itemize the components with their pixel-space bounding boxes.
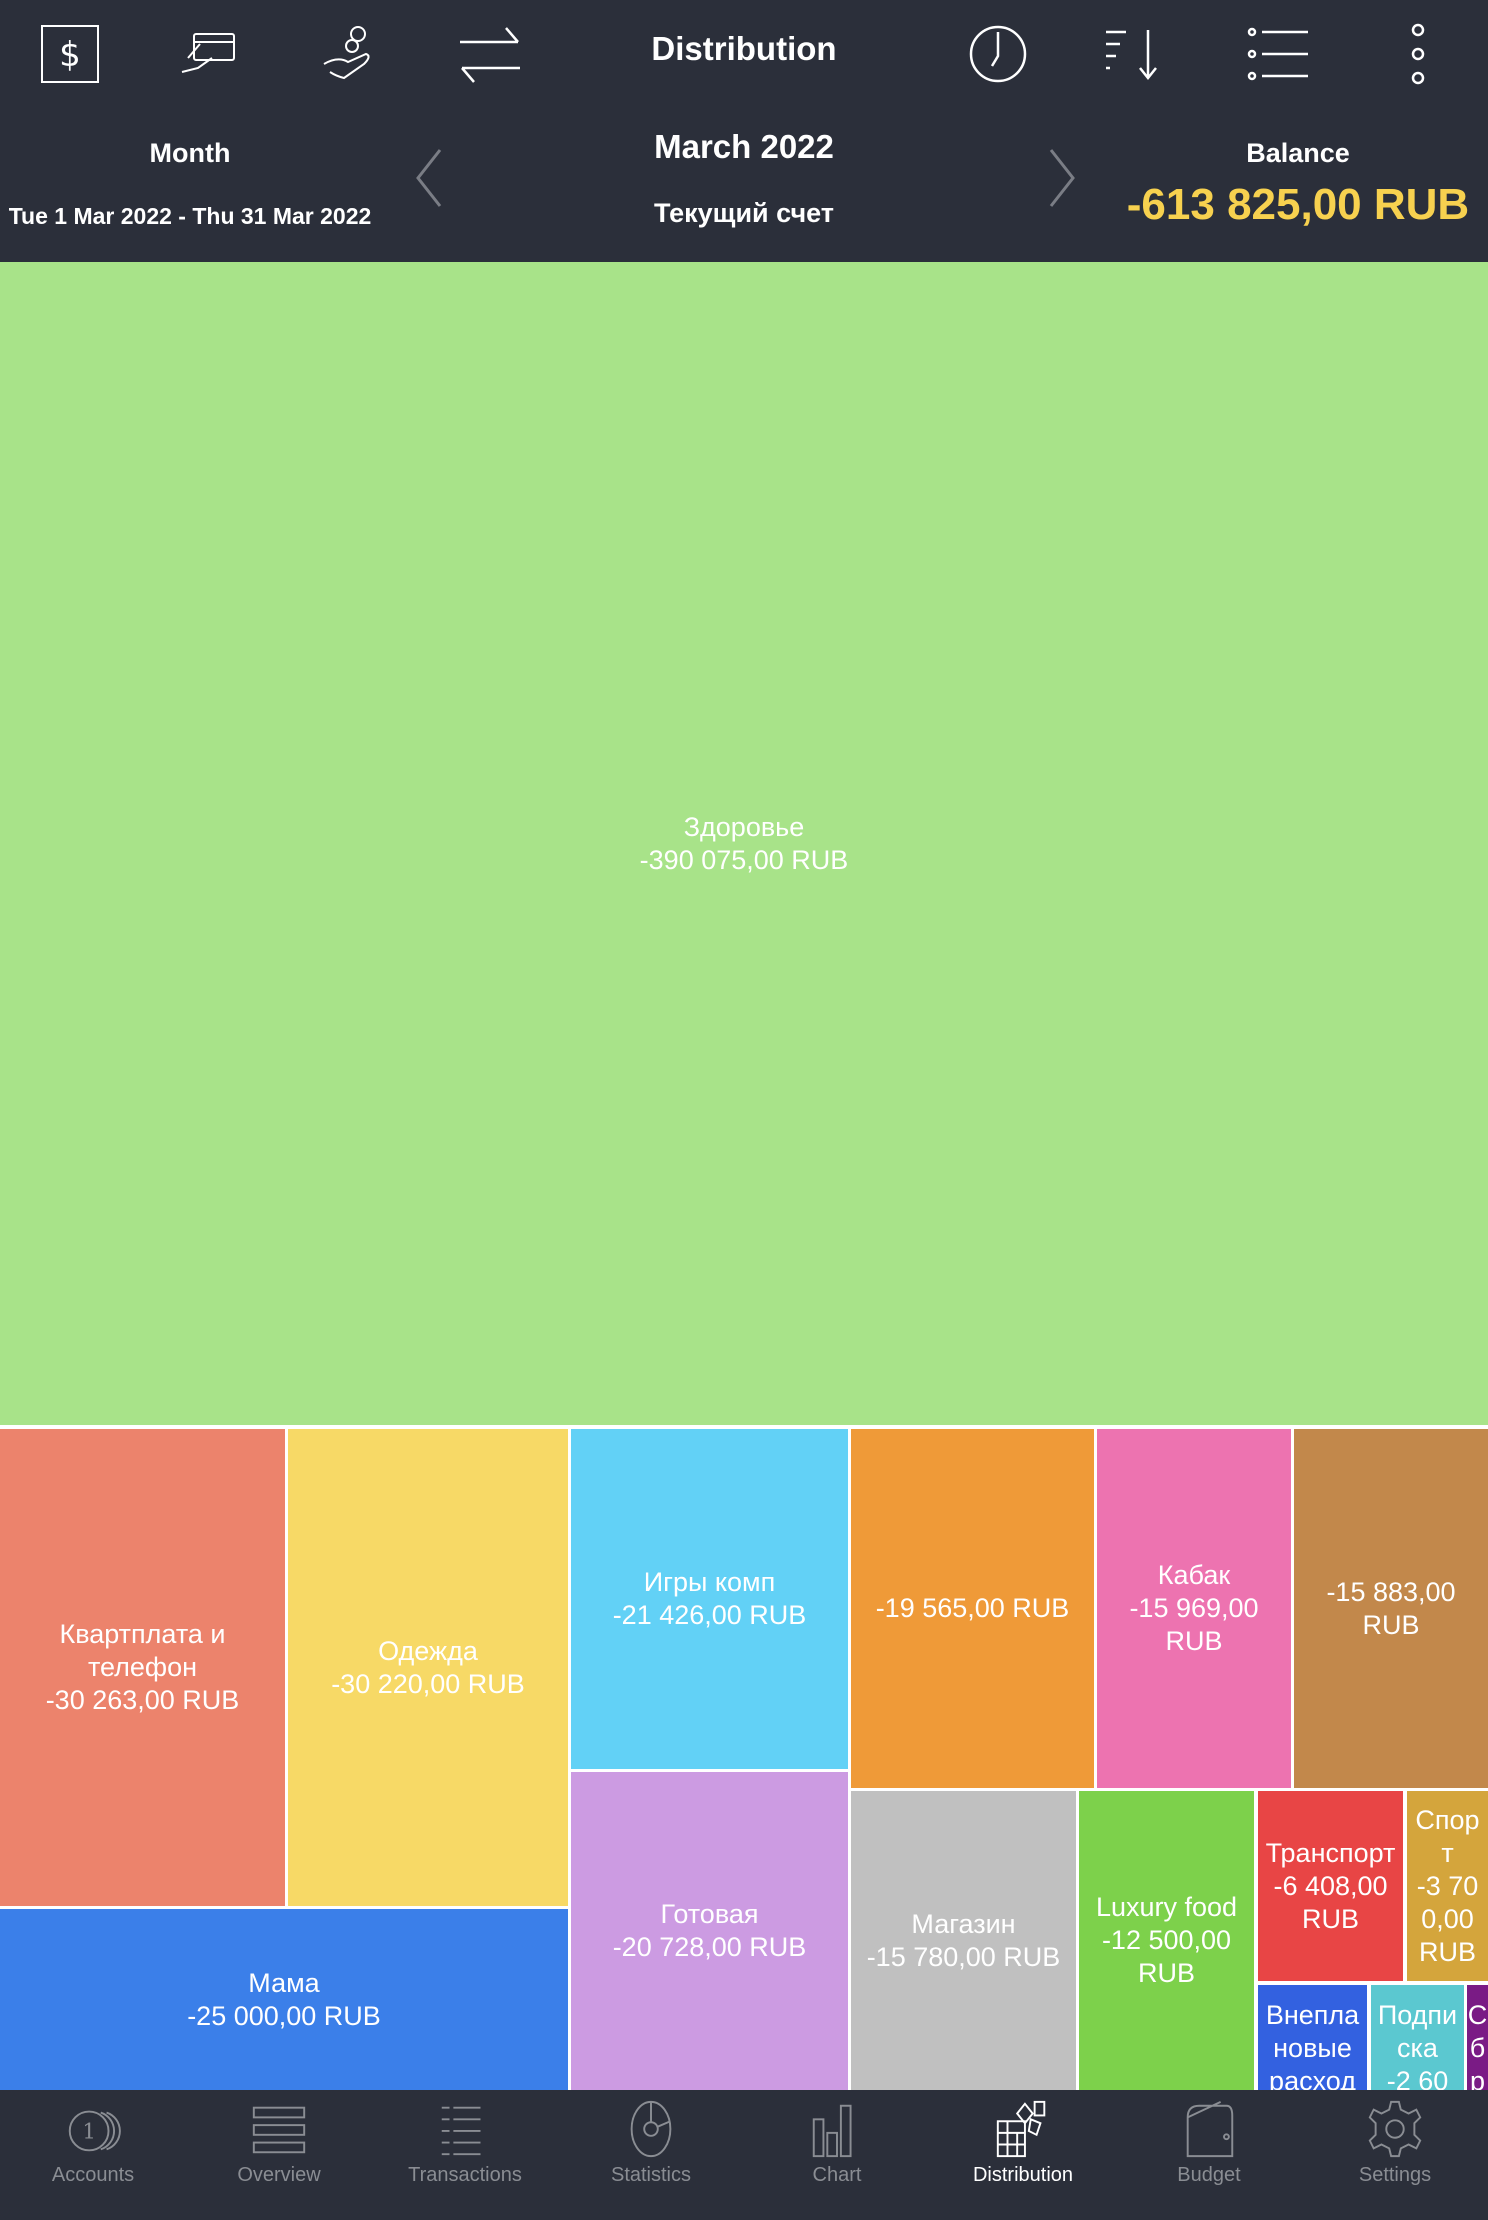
account-name[interactable]: Текущий счет — [560, 198, 928, 229]
tab-transactions[interactable]: Transactions — [372, 2098, 558, 2188]
category-tile[interactable]: -19 565,00 RUB — [851, 1429, 1094, 1788]
settings-icon — [1368, 2100, 1422, 2158]
clock-icon[interactable] — [966, 22, 1030, 86]
card-payment-icon[interactable] — [178, 22, 242, 86]
page-title: Distribution — [651, 30, 837, 67]
accounts-icon: 1 — [68, 2110, 121, 2152]
balance-value: -613 825,00 RUB — [1126, 180, 1470, 229]
tile-amount: -20 728,00 RUB — [612, 1932, 807, 1962]
tile-name: Транспорт — [1265, 1837, 1396, 1868]
tile-name: Кабак — [1157, 1560, 1231, 1590]
tile-name: Магазин — [911, 1908, 1016, 1939]
tile-name: Внеплановые расходы — [1265, 2000, 1360, 2090]
period-title: March 2022 — [654, 128, 834, 165]
category-tile[interactable]: Одежда -30 220,00 RUB — [288, 1429, 568, 1906]
tile-name: Одежда — [378, 1635, 478, 1666]
tile-name: Готовая — [660, 1899, 759, 1929]
top-bar: $ Distribution Month Tue 1 Mar 2022 - Th… — [0, 0, 1488, 262]
category-tile[interactable]: Готовая -20 728,00 RUB — [571, 1772, 848, 2090]
category-tile[interactable]: Подписка -2 60 — [1371, 1985, 1464, 2090]
tile-name: Спорт — [1415, 1804, 1480, 1868]
distribution-icon — [996, 2100, 1046, 2158]
category-tile[interactable]: Мама -25 000,00 RUB — [0, 1909, 568, 2090]
next-period-button[interactable] — [1043, 148, 1083, 208]
category-tile[interactable]: -15 883,00 RUB — [1294, 1429, 1488, 1788]
tile-amount: -6 408,00 RUB — [1273, 1870, 1388, 1934]
svg-text:$: $ — [59, 35, 81, 75]
tile-amount: -2 60 — [1386, 2066, 1449, 2090]
tile-name: Игры комп — [643, 1567, 776, 1597]
budget-icon — [1186, 2100, 1234, 2158]
transactions-icon — [441, 2106, 481, 2156]
category-tile[interactable]: Сбр — [1467, 1985, 1488, 2090]
tab-settings[interactable]: Settings — [1302, 2098, 1488, 2188]
tile-name: Здоровье — [683, 811, 805, 842]
balance-label: Balance — [1246, 138, 1350, 168]
tile-name: Квартплата и телефон — [59, 1619, 226, 1682]
category-tile[interactable]: Здоровье -390 075,00 RUB — [0, 262, 1488, 1425]
tile-name: Luxury food — [1095, 1892, 1238, 1922]
tile-name: Сбр — [1467, 2000, 1488, 2090]
category-tile[interactable]: Транспорт -6 408,00 RUB — [1258, 1791, 1403, 1981]
tile-amount: -3 700,00 RUB — [1416, 1870, 1479, 1967]
tab-distribution[interactable]: Distribution — [930, 2098, 1116, 2188]
period-type[interactable]: Month — [0, 138, 380, 169]
tab-overview[interactable]: Overview — [186, 2098, 372, 2188]
tile-amount: -25 000,00 RUB — [187, 2000, 381, 2031]
category-tile[interactable]: Кабак -15 969,00 RUB — [1097, 1429, 1291, 1788]
category-tile[interactable]: Внеплановые расходы — [1258, 1985, 1367, 2090]
tab-budget[interactable]: Budget — [1116, 2098, 1302, 2188]
tab-label: Transactions — [408, 2164, 522, 2186]
tile-amount: -15 780,00 RUB — [866, 1941, 1061, 1972]
distribution-treemap: Здоровье -390 075,00 RUB Квартплата и теле… — [0, 262, 1488, 2090]
svg-text:1: 1 — [82, 2120, 96, 2145]
previous-period-button[interactable] — [408, 148, 448, 208]
list-icon[interactable] — [1246, 22, 1310, 86]
tab-label: Statistics — [610, 2164, 692, 2186]
tile-amount: -390 075,00 RUB — [639, 844, 849, 875]
category-tile[interactable]: Luxury food -12 500,00 RUB — [1079, 1791, 1254, 2090]
tile-name: Подписка — [1377, 2000, 1458, 2063]
date-range: Tue 1 Mar 2022 - Thu 31 Mar 2022 — [8, 203, 372, 229]
transfer-icon[interactable] — [458, 22, 522, 86]
tab-label: Accounts — [51, 2164, 135, 2186]
tile-name: Мама — [248, 1967, 320, 1998]
tile-amount: -30 220,00 RUB — [331, 1668, 525, 1699]
tile-amount: -15 883,00 RUB — [1326, 1576, 1456, 1640]
sort-icon[interactable] — [1104, 22, 1168, 86]
tab-label: Budget — [1177, 2164, 1241, 2186]
tab-label: Settings — [1358, 2164, 1432, 2186]
overview-icon — [252, 2106, 306, 2154]
tab-label: Distribution — [972, 2164, 1074, 2186]
tile-amount: -12 500,00 RUB — [1101, 1925, 1232, 1988]
tab-accounts[interactable]: 1 Accounts — [0, 2098, 186, 2188]
income-hand-icon[interactable] — [318, 22, 382, 86]
statistics-icon — [630, 2100, 672, 2158]
tab-label: Chart — [812, 2164, 862, 2186]
more-icon[interactable] — [1386, 22, 1450, 86]
category-tile[interactable]: Игры комп -21 426,00 RUB — [571, 1429, 848, 1769]
category-tile[interactable]: Спорт -3 700,00 RUB — [1407, 1791, 1488, 1981]
category-tile[interactable]: Магазин -15 780,00 RUB — [851, 1791, 1076, 2090]
tile-amount: -15 969,00 RUB — [1129, 1593, 1259, 1656]
tile-amount: -19 565,00 RUB — [875, 1593, 1070, 1623]
tab-statistics[interactable]: Statistics — [558, 2098, 744, 2188]
dollar-account-icon[interactable]: $ — [38, 22, 102, 86]
category-tile[interactable]: Квартплата и телефон -30 263,00 RUB — [0, 1429, 285, 1906]
tab-chart[interactable]: Chart — [744, 2098, 930, 2188]
tile-amount: -21 426,00 RUB — [612, 1600, 807, 1630]
chart-icon — [812, 2104, 852, 2158]
bottom-tab-bar: 1 Accounts Overview Transactions Statistics C… — [0, 2090, 1488, 2220]
tile-amount: -30 263,00 RUB — [45, 1685, 240, 1715]
tab-label: Overview — [237, 2164, 321, 2186]
